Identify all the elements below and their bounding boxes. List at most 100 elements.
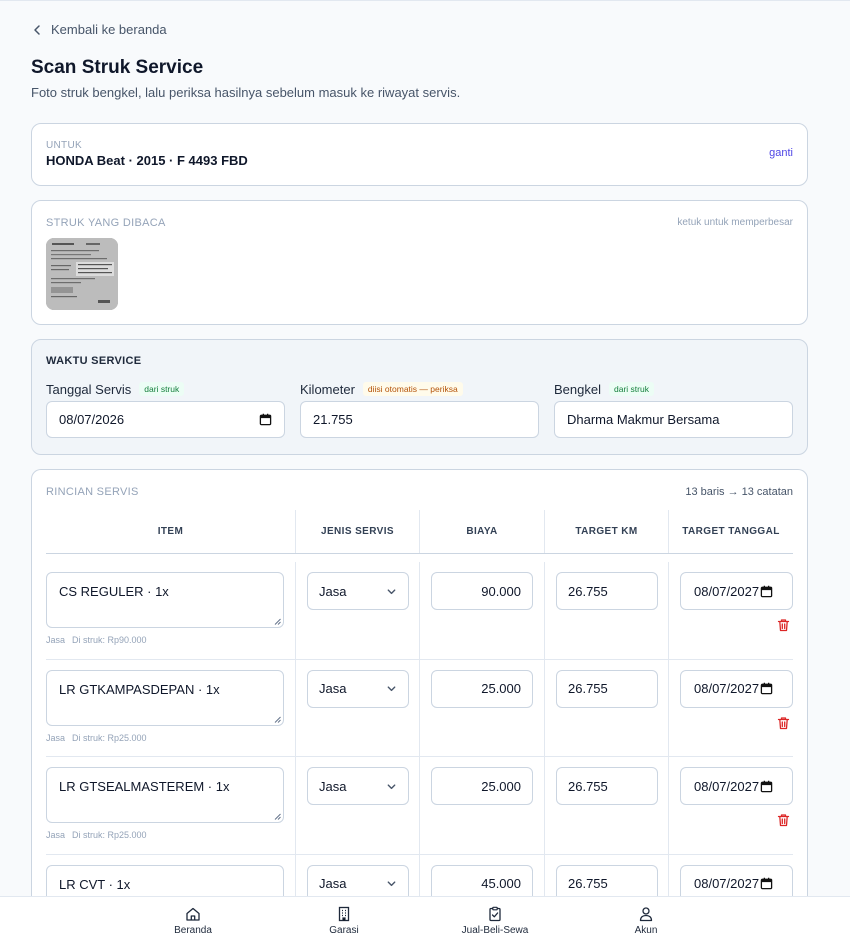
back-link[interactable]: Kembali ke beranda [31,22,167,37]
resize-grip-icon[interactable] [274,618,281,625]
workshop-label: Bengkel [554,381,601,397]
service-type-select[interactable]: Jasa [307,767,409,805]
cost-value: 45.000 [481,876,521,891]
type-cell: Jasa [296,659,420,756]
service-type-select[interactable]: Jasa [307,572,409,610]
table-row: CS REGULER · 1x Jasa Di struk: Rp90.000 J… [46,562,793,660]
service-date-field: Tanggal Servis dari struk 08/07/2026 [46,381,285,438]
service-type-value: Jasa [319,681,347,696]
calendar-icon[interactable] [259,413,272,426]
receipt-label: STRUK YANG DIBACA [46,217,166,229]
cost-value: 90.000 [481,583,521,599]
target-km-input[interactable]: 26.755 [556,767,658,805]
column-header-item: ITEM [46,510,296,553]
service-type-value: Jasa [319,876,347,891]
receipt-card: STRUK YANG DIBACA ketuk untuk memperbesa… [31,200,808,325]
chevron-left-icon [34,24,40,35]
receipt-hint: ketuk untuk memperbesar [677,217,793,228]
trash-icon[interactable] [777,618,790,632]
note-type: Jasa [46,732,66,743]
column-header-type: JENIS SERVIS [296,510,420,553]
resize-grip-icon[interactable] [274,716,281,723]
nav-item-jual-beli-sewa[interactable]: Jual-Beli-Sewa [455,906,535,936]
trash-icon[interactable] [777,716,790,730]
nav-item-garasi[interactable]: Garasi [304,906,384,936]
page-subtitle: Foto struk bengkel, lalu periksa hasilny… [31,85,461,100]
calendar-icon[interactable] [760,585,773,598]
target-date-input[interactable]: 08/07/2027 [680,767,793,805]
back-link-label[interactable]: Kembali ke beranda [51,22,167,37]
table-row: LR GTSEALMASTEREM · 1x Jasa Di struk: Rp2… [46,757,793,855]
cost-input[interactable]: 25.000 [431,669,533,708]
item-textarea[interactable]: CS REGULER · 1x [46,572,284,628]
nav-item-akun[interactable]: Akun [606,906,686,936]
column-header-cost: BIAYA [420,510,545,553]
service-time-title: WAKTU SERVICE [46,355,142,367]
chevron-down-icon [387,783,396,789]
kilometer-value: 21.755 [313,412,353,427]
target-km-input[interactable]: 26.755 [556,572,658,610]
page-title: Scan Struk Service [31,57,204,78]
cost-input[interactable]: 25.000 [431,767,533,805]
cost-input[interactable]: 90.000 [431,572,533,610]
service-time-card: WAKTU SERVICE Tanggal Servis dari struk … [31,339,808,455]
target-km-input[interactable]: 26.755 [556,669,658,708]
column-header-target-date: TARGET TANGGAL [682,526,780,537]
item-note: Jasa Di struk: Rp25.000 [46,830,154,840]
item-text: LR GTSEALMASTEREM · 1x [59,779,230,794]
note-type: Jasa [46,830,66,840]
target-date-input[interactable]: 08/07/2027 [680,669,793,708]
service-type-select[interactable]: Jasa [307,669,409,708]
service-details-card: RINCIAN SERVIS 13 baris → 13 catatan ITE… [31,469,808,944]
item-textarea[interactable]: LR GTSEALMASTEREM · 1x [46,767,284,823]
change-vehicle-link[interactable]: ganti [769,147,793,159]
target-date-cell: 08/07/2027 [669,562,793,659]
item-textarea[interactable]: LR GTKAMPASDEPAN · 1x [46,669,284,726]
autofill-badge: diisi otomatis — periksa [362,382,463,396]
receipt-thumbnail[interactable] [46,238,118,310]
note-receipt: Di struk: Rp90.000 [72,635,147,645]
target-date-cell: 08/07/2027 [669,757,793,854]
cost-cell: 90.000 [420,562,545,659]
target-km-value: 26.755 [568,778,608,794]
service-date-label: Tanggal Servis [46,381,132,397]
note-receipt: Di struk: Rp25.000 [72,830,147,840]
target-date-input[interactable]: 08/07/2027 [680,572,793,610]
chevron-down-icon [387,588,396,594]
service-date-value: 08/07/2026 [59,412,125,427]
vehicle-card: UNTUK HONDA Beat · 2015 · F 4493 FBD gan… [31,123,808,186]
calendar-icon[interactable] [760,877,773,890]
resize-grip-icon[interactable] [274,813,281,820]
item-note: Jasa Di struk: Rp25.000 [46,733,154,743]
item-cell: LR GTKAMPASDEPAN · 1x Jasa Di struk: Rp25… [46,659,296,756]
kilometer-input[interactable]: 21.755 [300,401,539,438]
cost-value: 25.000 [481,681,521,696]
workshop-input[interactable]: Dharma Makmur Bersama [554,401,793,438]
cost-cell: 25.000 [420,659,545,756]
nav-label: Akun [634,925,658,936]
nav-item-beranda[interactable]: Beranda [153,906,233,936]
target-date-value: 08/07/2027 [694,583,760,599]
table-row: LR GTKAMPASDEPAN · 1x Jasa Di struk: Rp25… [46,659,793,757]
building-icon [338,906,350,922]
service-details-label: RINCIAN SERVIS [46,486,139,498]
calendar-icon[interactable] [760,682,773,695]
nav-label: Beranda [174,925,212,936]
bottom-nav: Beranda Garasi Jual-Beli-Sewa Akun [0,896,850,944]
column-header-target-km: TARGET KM [545,510,669,553]
nav-label: Jual-Beli-Sewa [461,925,529,936]
service-type-value: Jasa [319,778,347,794]
type-cell: Jasa [296,757,420,854]
target-km-cell: 26.755 [545,659,669,756]
nav-label: Garasi [329,925,359,936]
note-receipt: Di struk: Rp25.000 [72,732,147,743]
service-date-input[interactable]: 08/07/2026 [46,401,285,438]
calendar-icon[interactable] [760,780,773,793]
type-cell: Jasa [296,562,420,659]
item-text: LR GTKAMPASDEPAN · 1x [59,681,220,697]
item-text: LR CVT · 1x [59,876,131,892]
trash-icon[interactable] [777,813,790,827]
source-badge: dari struk [139,382,185,396]
vehicle-value: HONDA Beat · 2015 · F 4493 FBD [46,153,248,168]
kilometer-field: Kilometer diisi otomatis — periksa 21.75… [300,381,539,438]
